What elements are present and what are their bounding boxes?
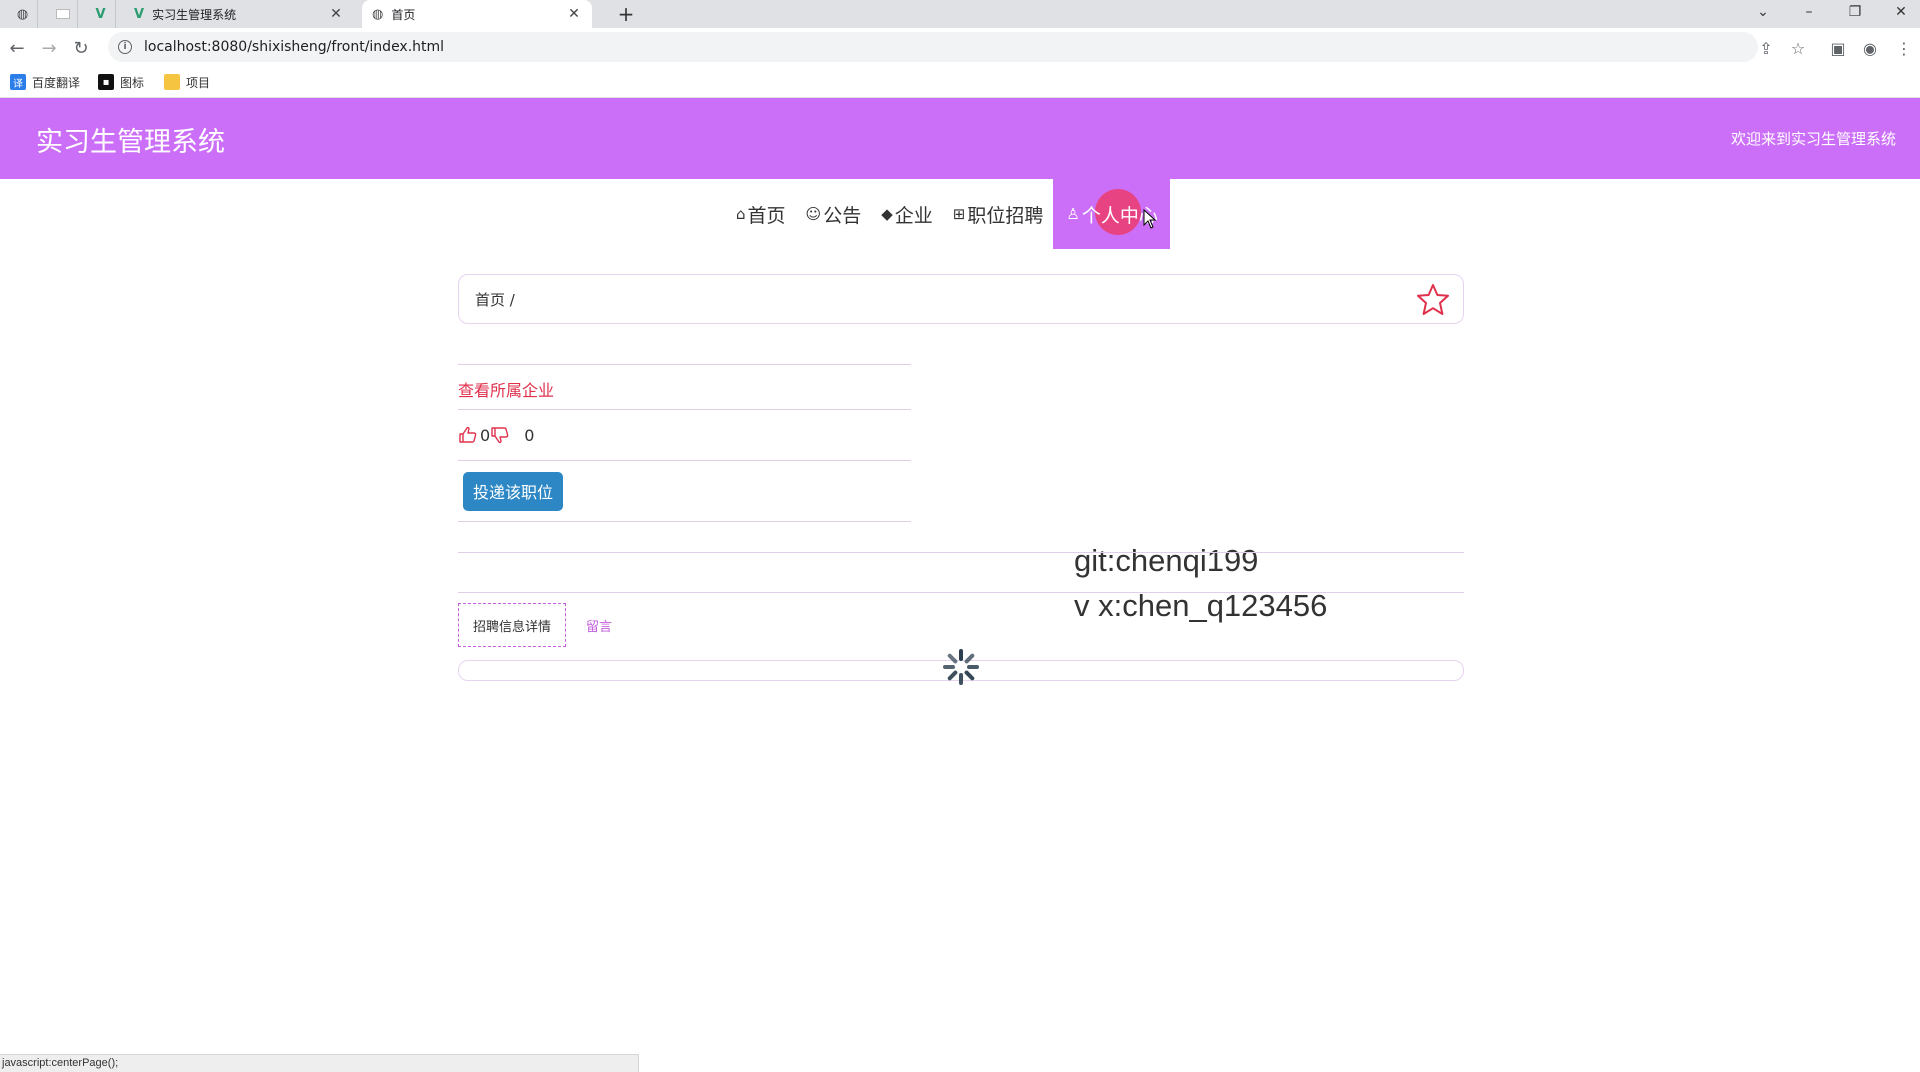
nav-label: 首页 bbox=[747, 204, 786, 227]
blank-page-icon bbox=[55, 9, 70, 19]
tab-title: 实习生管理系统 bbox=[152, 7, 237, 22]
menu-icon[interactable]: ⋮ bbox=[1892, 36, 1916, 60]
reload-icon[interactable]: ↻ bbox=[68, 35, 94, 61]
divider bbox=[458, 364, 911, 365]
browser-status-bar: javascript:centerPage(); bbox=[0, 1054, 639, 1072]
vue-icon: V bbox=[134, 6, 145, 22]
nav-label: 企业 bbox=[894, 204, 933, 227]
home-icon: ⌂ bbox=[736, 205, 746, 223]
pinned-tab[interactable]: V bbox=[86, 0, 116, 28]
new-tab-button[interactable]: + bbox=[614, 2, 638, 26]
globe-icon: ◍ bbox=[16, 6, 29, 22]
divider bbox=[458, 592, 1464, 593]
bookmark-label: 项目 bbox=[186, 75, 211, 90]
restore-button[interactable]: ❐ bbox=[1832, 0, 1878, 24]
nav-item-company[interactable]: ◆ 企业 bbox=[871, 179, 943, 249]
info-icon[interactable]: i bbox=[118, 40, 132, 54]
thumbs-down-icon[interactable] bbox=[490, 426, 510, 444]
main-nav: ⌂ 首页 ☺ 公告 ◆ 企业 ⊞ 职位招聘 ♙ 个人中心 bbox=[726, 179, 1171, 249]
breadcrumb-text[interactable]: 首页 / bbox=[475, 289, 515, 310]
globe-icon: ◍ bbox=[372, 6, 384, 22]
tab-job-details[interactable]: 招聘信息详情 bbox=[458, 603, 567, 647]
welcome-text: 欢迎来到实习生管理系统 bbox=[1730, 130, 1896, 148]
profile-icon[interactable]: ◉ bbox=[1858, 36, 1882, 60]
pinned-tab[interactable]: ◍ bbox=[8, 0, 38, 28]
tab-search-icon[interactable]: ⌄ bbox=[1740, 0, 1786, 24]
nav-label: 公告 bbox=[823, 204, 862, 227]
nav-label: 职位招聘 bbox=[967, 204, 1044, 227]
address-bar: ← → ↻ i localhost:8080/shixisheng/front/… bbox=[0, 28, 1920, 66]
side-panel-icon[interactable]: ▣ bbox=[1826, 36, 1850, 60]
back-icon[interactable]: ← bbox=[4, 35, 30, 61]
job-info: 查看所属企业 0 0 投递该职位 bbox=[458, 364, 911, 522]
url-text: localhost:8080/shixisheng/front/index.ht… bbox=[144, 39, 445, 55]
watermark-line: v x:chen_q123456 bbox=[1074, 588, 1328, 623]
dislike-count: 0 bbox=[524, 425, 535, 445]
apply-wrap: 投递该职位 bbox=[458, 461, 911, 521]
bookmark-folder-project[interactable]: 项目 bbox=[164, 72, 210, 92]
apply-job-button[interactable]: 投递该职位 bbox=[463, 471, 563, 511]
nav-item-jobs[interactable]: ⊞ 职位招聘 bbox=[943, 179, 1054, 249]
tab-comments[interactable]: 留言 bbox=[572, 603, 626, 647]
detail-tabs: 招聘信息详情 留言 bbox=[458, 603, 626, 647]
tab-home[interactable]: ◍ 首页 ✕ bbox=[362, 0, 592, 28]
tab-management-system[interactable]: V 实习生管理系统 ✕ bbox=[124, 0, 354, 28]
layers-icon: ◆ bbox=[881, 205, 893, 223]
mouse-cursor-icon bbox=[1143, 209, 1157, 229]
divider bbox=[458, 521, 911, 522]
close-window-button[interactable]: ✕ bbox=[1878, 0, 1920, 24]
like-count: 0 bbox=[480, 425, 491, 445]
site-title: 实习生管理系统 bbox=[36, 127, 225, 158]
nav-item-notice[interactable]: ☺ 公告 bbox=[796, 179, 872, 249]
share-icon[interactable]: ⇪ bbox=[1754, 36, 1778, 60]
image-icon: ▪ bbox=[98, 74, 114, 90]
url-field[interactable]: i localhost:8080/shixisheng/front/index.… bbox=[108, 32, 1758, 62]
pinned-tab[interactable] bbox=[48, 0, 78, 28]
translate-icon: 译 bbox=[10, 74, 26, 90]
close-icon[interactable]: ✕ bbox=[328, 6, 344, 22]
close-icon[interactable]: ✕ bbox=[566, 6, 582, 22]
bookmark-label: 百度翻译 bbox=[32, 75, 81, 90]
bookmark-label: 图标 bbox=[120, 75, 145, 90]
vue-icon: V bbox=[95, 6, 106, 22]
bookmarks-bar: 译 百度翻译 ▪ 图标 项目 bbox=[0, 66, 1920, 98]
favorite-star-icon[interactable] bbox=[1415, 282, 1451, 318]
watermark-line: git:chenqi199 bbox=[1074, 543, 1259, 578]
vote-row: 0 0 bbox=[458, 410, 911, 460]
minimize-button[interactable]: – bbox=[1786, 0, 1832, 24]
nav-item-home[interactable]: ⌂ 首页 bbox=[726, 179, 796, 249]
bookmark-icons[interactable]: ▪ 图标 bbox=[98, 72, 144, 92]
browser-tab-strip: ◍ V V 实习生管理系统 ✕ ◍ 首页 ✕ + ⌄ – ❐ ✕ bbox=[0, 0, 1920, 28]
bookmark-star-icon[interactable]: ☆ bbox=[1786, 36, 1810, 60]
site-header: 实习生管理系统 欢迎来到实习生管理系统 bbox=[0, 98, 1920, 179]
bookmark-baidu-translate[interactable]: 译 百度翻译 bbox=[10, 72, 80, 92]
user-icon: ♙ bbox=[1066, 205, 1080, 223]
folder-icon bbox=[164, 74, 180, 90]
breadcrumb: 首页 / bbox=[458, 274, 1464, 324]
loading-spinner-icon bbox=[943, 649, 979, 685]
view-company-link[interactable]: 查看所属企业 bbox=[458, 377, 911, 409]
divider bbox=[458, 552, 1464, 553]
tab-title: 首页 bbox=[391, 7, 416, 22]
grid-icon: ⊞ bbox=[952, 205, 966, 223]
thumbs-up-icon[interactable] bbox=[458, 426, 478, 444]
notice-icon: ☺ bbox=[805, 205, 822, 223]
forward-icon[interactable]: → bbox=[36, 35, 62, 61]
